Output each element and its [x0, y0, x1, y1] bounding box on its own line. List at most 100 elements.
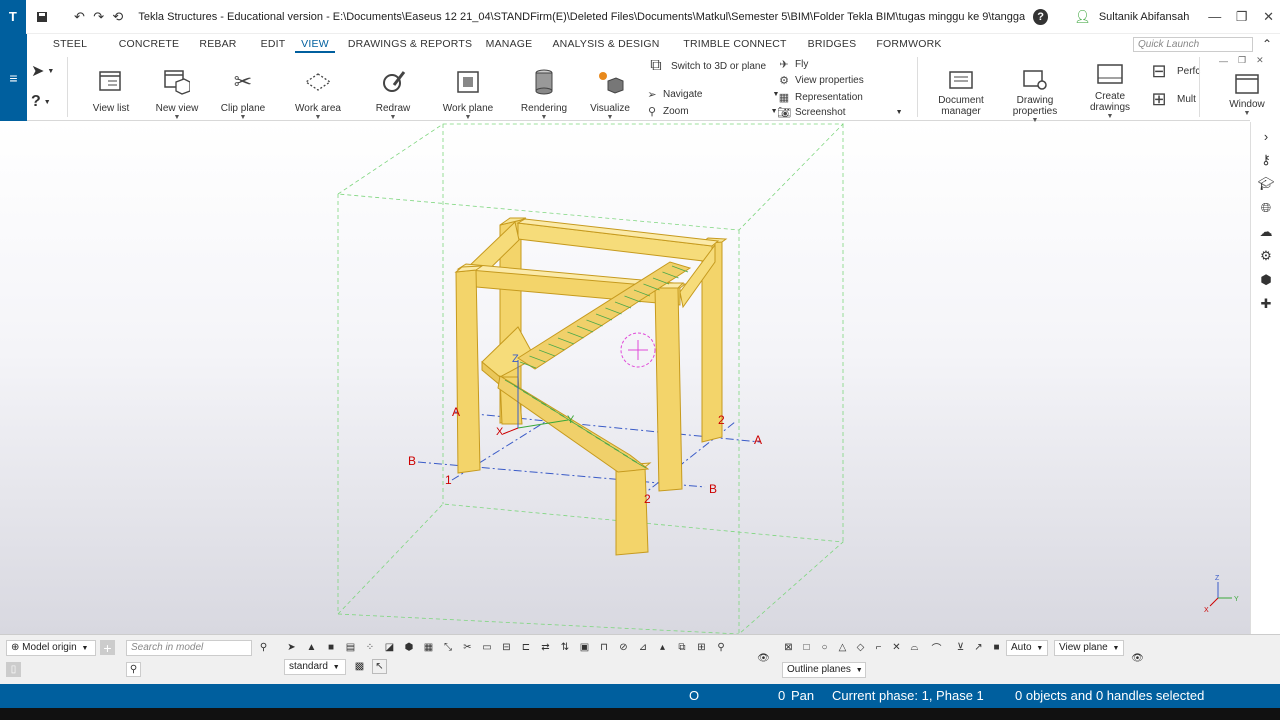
snap-center-icon[interactable]: ○: [817, 640, 832, 655]
snap-extension-icon[interactable]: ⊻: [953, 640, 968, 655]
redo-icon[interactable]: ↷: [90, 8, 107, 26]
user-name[interactable]: Sultanik Abifansah: [1099, 11, 1190, 23]
create-drawings-button[interactable]: Create drawings ▼: [1085, 59, 1135, 121]
rendering-button[interactable]: Rendering ▼: [521, 67, 567, 122]
model-canvas[interactable]: A A B B 1 2 2 Z X Y Z Y X: [0, 122, 1250, 634]
tab-edit[interactable]: EDIT: [251, 35, 295, 53]
select-tool-button[interactable]: ➤ ▼: [31, 61, 54, 81]
tab-rebar[interactable]: REBAR: [185, 35, 251, 53]
tab-formwork[interactable]: FORMWORK: [873, 35, 945, 53]
view-plane-select[interactable]: View plane ▼: [1054, 640, 1124, 656]
select-all-icon[interactable]: ➤: [284, 640, 299, 655]
select-grid-lines-icon[interactable]: ▦: [421, 640, 436, 655]
snap-free-icon[interactable]: ↗: [971, 640, 986, 655]
select-pour-icon[interactable]: ⊘: [616, 640, 631, 655]
select-details-icon[interactable]: ⇅: [558, 640, 573, 655]
select-surfaces-icon[interactable]: ⊓: [597, 640, 612, 655]
mult-button[interactable]: ⊞ Mult: [1145, 89, 1195, 110]
visibility-icon[interactable]: 👁︎: [756, 651, 771, 666]
visualize-button[interactable]: Visualize ▼: [589, 67, 631, 122]
add-icon[interactable]: +: [100, 640, 115, 656]
work-plane-button[interactable]: Work plane ▼: [443, 67, 493, 122]
representation-button[interactable]: ▦ Representation: [777, 91, 863, 104]
minimize-small-icon[interactable]: —: [1219, 56, 1228, 66]
switch-3d-button[interactable]: ⧉ Switch to 3D or plane: [645, 57, 766, 75]
select-objects-icon[interactable]: ⧉: [675, 640, 690, 655]
snap-reference-icon[interactable]: ⊠: [781, 640, 796, 655]
select-connections-icon[interactable]: ⇄: [538, 640, 553, 655]
outline-planes-select[interactable]: Outline planes ▼: [782, 662, 866, 678]
graduation-cap-icon[interactable]: 🎓︎: [1251, 172, 1280, 196]
snap-perpendicular-icon[interactable]: ✕: [889, 640, 904, 655]
visibility-icon[interactable]: 👁︎: [1130, 651, 1145, 666]
minimize-icon[interactable]: —: [1203, 9, 1226, 24]
model-viewport[interactable]: A A B B 1 2 2 Z X Y Z Y X: [0, 122, 1250, 634]
search-icon[interactable]: ⚲: [256, 640, 271, 655]
collapse-ribbon-icon[interactable]: ⌃: [1262, 37, 1272, 51]
snap-line-icon[interactable]: ⌓: [907, 640, 922, 655]
document-manager-button[interactable]: Document manager: [933, 65, 989, 117]
help-icon[interactable]: ?: [1033, 8, 1049, 25]
select-group-icon[interactable]: ⊞: [694, 640, 709, 655]
snap-tool-button[interactable]: ? ▼: [31, 93, 51, 111]
tab-steel[interactable]: STEEL: [27, 35, 113, 53]
tekla-logo-icon[interactable]: T: [0, 0, 26, 34]
clip-plane-button[interactable]: ✂ Clip plane ▼: [221, 67, 265, 122]
undo-icon[interactable]: ↶: [71, 8, 88, 26]
snap-intersection-icon[interactable]: △: [835, 640, 850, 655]
select-assemblies-icon[interactable]: ⬢: [402, 640, 417, 655]
snap-nearest-icon[interactable]: ⌐: [871, 640, 886, 655]
cloud-icon[interactable]: ☁: [1251, 220, 1280, 244]
new-view-button[interactable]: New view ▼: [155, 67, 199, 122]
snap-midpoint-icon[interactable]: ◇: [853, 640, 868, 655]
tab-concrete[interactable]: CONCRETE: [113, 35, 185, 53]
snap-geometry-icon[interactable]: □: [799, 640, 814, 655]
tab-view[interactable]: VIEW: [295, 35, 335, 53]
gear-icon[interactable]: ⚙: [1251, 244, 1280, 268]
navigate-button[interactable]: ➢ Navigate ▼: [645, 88, 779, 101]
restore-small-icon[interactable]: ❐: [1238, 55, 1246, 66]
close-small-icon[interactable]: ✕: [1256, 55, 1264, 66]
tab-trimble-connect[interactable]: TRIMBLE CONNECT: [679, 35, 791, 53]
select-parts-icon[interactable]: ■: [324, 640, 339, 655]
view-properties-button[interactable]: ⚙ View properties: [777, 74, 864, 87]
select-bolts-icon[interactable]: ⊏: [519, 640, 534, 655]
filter-icon[interactable]: ▩: [352, 659, 367, 674]
chevron-right-icon[interactable]: ›: [1251, 124, 1280, 148]
cube-icon[interactable]: ⬢: [1251, 268, 1280, 292]
apps-icon[interactable]: ✚: [1251, 292, 1280, 316]
properties-icon[interactable]: ⚷: [1251, 148, 1280, 172]
model-origin-select[interactable]: ⊕ Model origin ▼: [6, 640, 96, 656]
select-components-icon[interactable]: ◪: [382, 640, 397, 655]
delete-icon[interactable]: ▯: [6, 662, 21, 677]
select-points-icon[interactable]: ▲: [304, 640, 319, 655]
perf-button[interactable]: ⊟ Perfc: [1145, 61, 1200, 82]
select-drawings-icon[interactable]: ▣: [577, 640, 592, 655]
quick-launch-input[interactable]: Quick Launch: [1133, 37, 1253, 52]
close-icon[interactable]: ✕: [1257, 9, 1280, 25]
window-button[interactable]: Window ▼: [1225, 69, 1269, 118]
auto-select[interactable]: Auto ▼: [1006, 640, 1048, 656]
zoom-button[interactable]: ⚲ Zoom ▼: [645, 105, 778, 118]
tab-analysis-design[interactable]: ANALYSIS & DESIGN: [533, 35, 679, 53]
select-clips-icon[interactable]: ✂: [460, 640, 475, 655]
history-icon[interactable]: ⟲: [109, 8, 126, 26]
save-icon[interactable]: [34, 8, 51, 26]
work-area-button[interactable]: Work area ▼: [295, 67, 341, 122]
select-filter-icon[interactable]: ↖: [372, 659, 387, 674]
restore-icon[interactable]: ❐: [1230, 9, 1253, 25]
search-model-input[interactable]: Search in model: [126, 640, 252, 656]
screenshot-button[interactable]: 📷︎ Screenshot ▼: [777, 106, 903, 119]
search-options-icon[interactable]: ⚲: [126, 662, 141, 677]
redraw-button[interactable]: Redraw ▼: [373, 67, 413, 122]
snap-arc-icon[interactable]: ⌒: [929, 640, 944, 655]
select-welds-icon[interactable]: ▤: [343, 640, 358, 655]
tab-drawings-reports[interactable]: DRAWINGS & REPORTS: [335, 35, 485, 53]
select-grid-icon[interactable]: ⁘: [363, 640, 378, 655]
status-phase[interactable]: Current phase: 1, Phase 1: [832, 688, 984, 703]
globe-icon[interactable]: 🌐︎: [1251, 196, 1280, 220]
select-zoom-icon[interactable]: ⚲: [714, 640, 729, 655]
fly-button[interactable]: ✈ Fly: [777, 58, 808, 71]
select-mark-icon[interactable]: ▴: [655, 640, 670, 655]
application-menu-button[interactable]: ≡: [0, 34, 27, 121]
